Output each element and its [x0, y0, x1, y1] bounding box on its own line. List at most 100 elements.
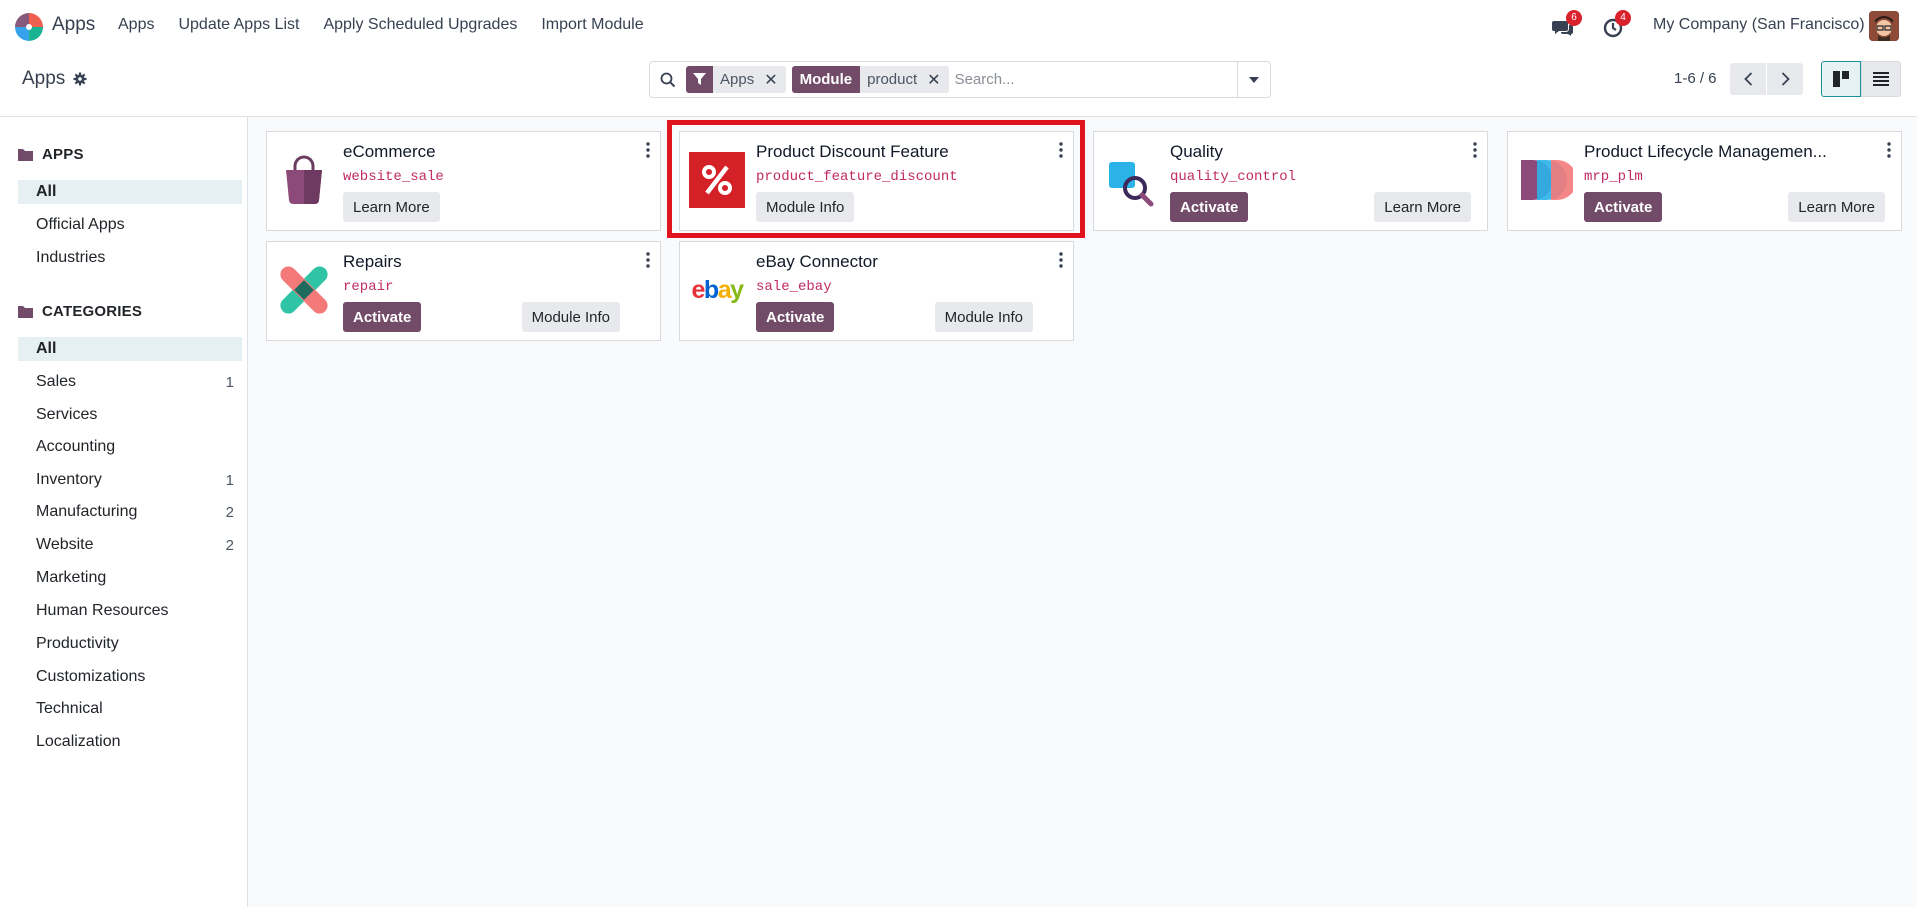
facet-remove-icon[interactable]: ✕ — [760, 70, 785, 90]
sidebar-item-sales[interactable]: Sales 1 — [18, 370, 242, 394]
activities-button[interactable]: 4 — [1603, 10, 1631, 38]
sidebar-item-accounting[interactable]: Accounting — [18, 435, 242, 459]
sidebar-item-category-all[interactable]: All — [18, 337, 242, 361]
app-card-quality[interactable]: Quality quality_control Activate Learn M… — [1093, 131, 1488, 231]
pager-next-button[interactable] — [1767, 63, 1803, 95]
gear-icon[interactable] — [73, 72, 87, 86]
pager-value[interactable]: 1-6 / 6 — [1674, 70, 1717, 87]
company-switcher[interactable]: My Company (San Francisco) — [1653, 16, 1865, 34]
category-count: 1 — [225, 373, 234, 391]
search-facet-filter: Apps ✕ — [686, 66, 786, 93]
menu-update-apps-list[interactable]: Update Apps List — [178, 16, 299, 34]
learn-more-button[interactable]: Learn More — [1374, 192, 1471, 222]
kebab-menu-icon[interactable] — [646, 142, 650, 158]
app-card-title: Product Lifecycle Managemen... — [1584, 142, 1827, 161]
search-bar: Apps ✕ Module product ✕ — [649, 61, 1271, 98]
search-options-toggle[interactable] — [1237, 62, 1270, 97]
sidebar: APPS All Official Apps Industries CATEGO… — [0, 117, 248, 907]
app-card-technical-name: quality_control — [1170, 169, 1297, 185]
sidebar-item-localization[interactable]: Localization — [18, 730, 242, 754]
repairs-icon — [280, 266, 328, 314]
shopping-bag-icon — [286, 155, 322, 204]
kebab-menu-icon[interactable] — [646, 252, 650, 268]
learn-more-button[interactable]: Learn More — [343, 192, 440, 222]
app-card-title: Repairs — [343, 252, 402, 271]
sidebar-item-label: All — [36, 340, 57, 357]
sidebar-item-label: Human Resources — [36, 602, 169, 619]
sidebar-item-inventory[interactable]: Inventory 1 — [18, 468, 242, 492]
app-card-ebay-connector[interactable]: ebay eBay Connector sale_ebay Activate M… — [679, 241, 1074, 341]
category-count: 2 — [225, 536, 234, 554]
kebab-menu-icon[interactable] — [1059, 252, 1063, 268]
sidebar-item-technical[interactable]: Technical — [18, 697, 242, 721]
sidebar-item-label: Localization — [36, 733, 121, 750]
module-info-button[interactable]: Module Info — [756, 192, 855, 222]
menu-apply-scheduled-upgrades[interactable]: Apply Scheduled Upgrades — [323, 16, 517, 34]
sidebar-item-human-resources[interactable]: Human Resources — [18, 599, 242, 623]
category-count: 1 — [225, 471, 234, 489]
pager-previous-button[interactable] — [1730, 63, 1766, 95]
sidebar-item-label: Services — [36, 406, 98, 423]
messages-button[interactable]: 6 — [1552, 10, 1582, 38]
kanban-icon — [1833, 71, 1849, 87]
sidebar-item-manufacturing[interactable]: Manufacturing 2 — [18, 500, 242, 524]
sidebar-item-marketing[interactable]: Marketing — [18, 566, 242, 590]
sidebar-apps-heading: APPS — [18, 146, 84, 163]
sidebar-item-label: Technical — [36, 700, 103, 717]
module-info-button[interactable]: Module Info — [521, 302, 620, 332]
learn-more-button[interactable]: Learn More — [1788, 192, 1885, 222]
sidebar-item-website[interactable]: Website 2 — [18, 533, 242, 557]
sidebar-item-label: Productivity — [36, 635, 119, 652]
sidebar-item-label: Inventory — [36, 471, 102, 488]
search-input[interactable] — [954, 64, 1237, 95]
kanban-view-button[interactable] — [1821, 61, 1861, 97]
list-view-button[interactable] — [1861, 61, 1901, 97]
sidebar-item-label: Marketing — [36, 569, 107, 586]
quality-icon — [1109, 162, 1154, 207]
search-facet-module: Module product ✕ — [791, 66, 949, 93]
menu-import-module[interactable]: Import Module — [541, 16, 643, 34]
chevron-right-icon — [1781, 72, 1790, 86]
sidebar-item-apps-all[interactable]: All — [18, 180, 242, 204]
app-card-technical-name: sale_ebay — [756, 279, 832, 295]
app-card-repairs[interactable]: Repairs repair Activate Module Info — [266, 241, 661, 341]
list-icon — [1873, 72, 1889, 86]
sidebar-item-industries[interactable]: Industries — [18, 246, 242, 270]
activate-button[interactable]: Activate — [756, 302, 835, 332]
ebay-logo: ebay — [689, 262, 745, 318]
app-card-title: Quality — [1170, 142, 1223, 161]
sidebar-item-label: Manufacturing — [36, 503, 138, 520]
app-name[interactable]: Apps — [52, 14, 95, 36]
search-icon[interactable] — [650, 62, 686, 97]
category-count: 2 — [225, 503, 234, 521]
sidebar-categories-heading: CATEGORIES — [18, 303, 142, 320]
kebab-menu-icon[interactable] — [1887, 142, 1891, 158]
app-card-ecommerce[interactable]: eCommerce website_sale Learn More — [266, 131, 661, 231]
caret-down-icon — [1249, 76, 1259, 83]
kebab-menu-icon[interactable] — [1059, 142, 1063, 158]
app-card-title: eCommerce — [343, 142, 436, 161]
module-info-button[interactable]: Module Info — [934, 302, 1033, 332]
sidebar-item-productivity[interactable]: Productivity — [18, 632, 242, 656]
app-card-title: Product Discount Feature — [756, 142, 949, 161]
activities-badge: 4 — [1615, 10, 1631, 26]
app-logo-icon[interactable] — [14, 12, 44, 42]
kebab-menu-icon[interactable] — [1473, 142, 1477, 158]
sidebar-item-official-apps[interactable]: Official Apps — [18, 213, 242, 237]
facet-filter-value: Apps — [720, 71, 755, 88]
page-title: Apps — [22, 68, 66, 89]
user-avatar[interactable] — [1869, 11, 1899, 41]
facet-remove-icon[interactable]: ✕ — [923, 70, 948, 90]
control-panel: Apps Apps ✕ Module product ✕ Search... 1… — [0, 52, 1917, 117]
activate-button[interactable]: Activate — [1584, 192, 1663, 222]
sidebar-item-customizations[interactable]: Customizations — [18, 665, 242, 689]
sidebar-item-label: Accounting — [36, 438, 116, 455]
chevron-left-icon — [1743, 72, 1752, 86]
activate-button[interactable]: Activate — [343, 302, 422, 332]
menu-apps[interactable]: Apps — [118, 16, 154, 34]
app-card-plm[interactable]: Product Lifecycle Managemen... mrp_plm A… — [1507, 131, 1902, 231]
activate-button[interactable]: Activate — [1170, 192, 1249, 222]
app-card-product-discount-feature[interactable]: Product Discount Feature product_feature… — [679, 131, 1074, 231]
breadcrumb: Apps — [22, 68, 87, 90]
sidebar-item-services[interactable]: Services — [18, 403, 242, 427]
